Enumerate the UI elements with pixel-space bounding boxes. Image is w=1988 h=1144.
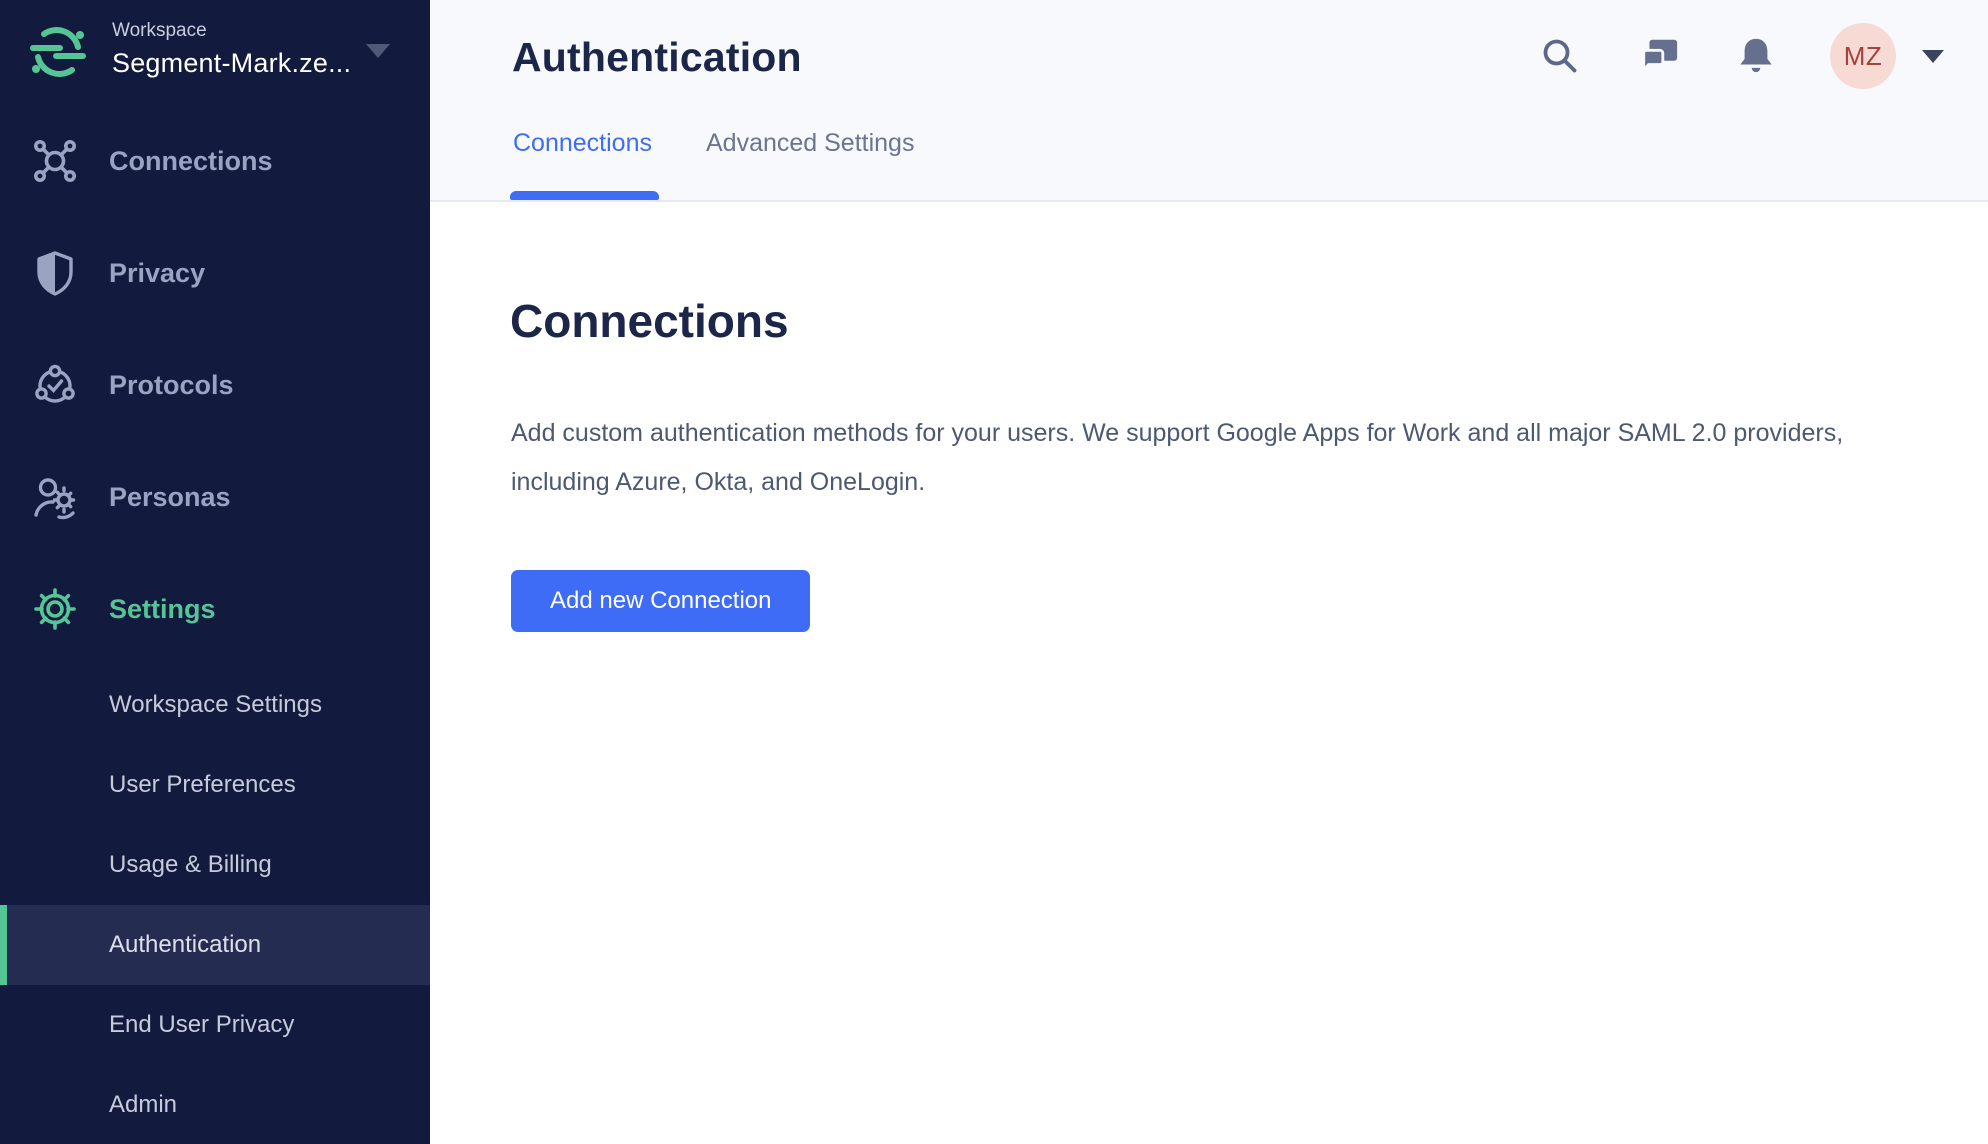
sidebar-item-admin[interactable]: Admin (0, 1065, 430, 1144)
content-panel: Connections Add custom authentication me… (430, 204, 1988, 1144)
sidebar-item-connections[interactable]: Connections (0, 116, 430, 206)
workspace-label: Workspace (112, 20, 351, 42)
workspace-switcher[interactable]: Workspace Segment-Mark.ze... (0, 0, 430, 80)
gear-icon (30, 584, 80, 634)
chat-icon[interactable] (1638, 35, 1680, 77)
section-description: Add custom authentication methods for yo… (511, 409, 1939, 507)
tab-connections[interactable]: Connections (513, 129, 652, 200)
sidebar-item-end-user-privacy[interactable]: End User Privacy (0, 985, 430, 1065)
sidebar-item-label: Settings (109, 594, 216, 625)
sidebar-item-label: Personas (109, 482, 231, 513)
user-menu-chevron-icon[interactable] (1922, 50, 1944, 63)
search-icon[interactable] (1540, 36, 1580, 76)
workspace-name: Segment-Mark.ze... (112, 48, 351, 79)
sidebar-item-label: Protocols (109, 370, 234, 401)
tab-advanced-settings[interactable]: Advanced Settings (706, 129, 914, 200)
sidebar-item-personas[interactable]: Personas (0, 452, 430, 542)
add-new-connection-button[interactable]: Add new Connection (511, 570, 810, 632)
tab-bar: Connections Advanced Settings (513, 129, 968, 200)
personas-icon (30, 472, 80, 522)
chevron-down-icon[interactable] (366, 44, 390, 58)
sidebar-item-settings[interactable]: Settings (0, 564, 430, 654)
sidebar-item-privacy[interactable]: Privacy (0, 228, 430, 318)
sidebar-item-label: Connections (109, 146, 273, 177)
sidebar-item-protocols[interactable]: Protocols (0, 340, 430, 430)
sidebar-item-workspace-settings[interactable]: Workspace Settings (0, 665, 430, 745)
page-header: Authentication Connections Advanced Sett… (430, 0, 1988, 202)
section-heading: Connections (510, 294, 789, 348)
bell-icon[interactable] (1737, 35, 1775, 77)
sidebar-item-authentication[interactable]: Authentication (0, 905, 430, 985)
connections-icon (30, 136, 80, 186)
avatar-initials: MZ (1844, 41, 1883, 72)
app-window: Workspace Segment-Mark.ze... (0, 0, 1988, 1144)
sidebar-item-label: Privacy (109, 258, 205, 289)
user-avatar[interactable]: MZ (1830, 23, 1896, 89)
shield-icon (30, 248, 80, 298)
sidebar: Workspace Segment-Mark.ze... (0, 0, 430, 1144)
segment-logo-icon (30, 24, 86, 80)
sidebar-settings-subnav: Workspace Settings User Preferences Usag… (0, 665, 430, 1144)
sidebar-nav: Connections Privacy (0, 116, 430, 676)
protocols-icon (30, 360, 80, 410)
main-area: Authentication Connections Advanced Sett… (430, 0, 1988, 1144)
sidebar-item-user-preferences[interactable]: User Preferences (0, 745, 430, 825)
header-actions: MZ (1540, 0, 1944, 112)
page-title: Authentication (512, 34, 802, 81)
sidebar-item-usage-billing[interactable]: Usage & Billing (0, 825, 430, 905)
